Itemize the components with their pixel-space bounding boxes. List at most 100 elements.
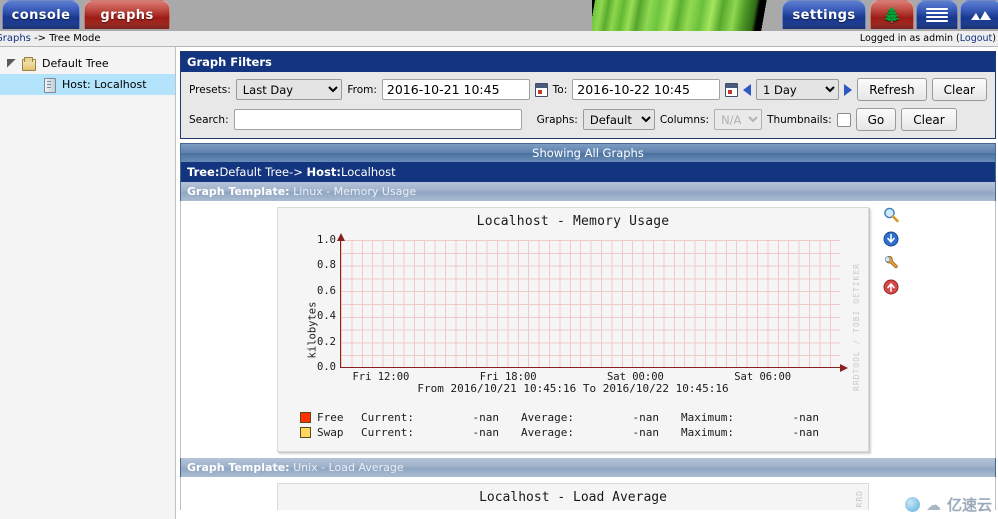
graph-legend: Free Current: -nan Average: -nan Maximum… xyxy=(300,410,819,440)
rrd-graph-memory-usage[interactable]: Localhost - Memory Usage kilobytes 0.0 0… xyxy=(277,207,869,452)
folder-icon xyxy=(22,57,36,71)
graph-left-spacer xyxy=(181,207,277,452)
sidebar-item-default-tree[interactable]: Default Tree xyxy=(0,53,175,74)
list-icon xyxy=(926,6,948,24)
sidebar-item-label: Host: Localhost xyxy=(62,78,147,91)
filter-row-dates: Presets: Last Day From: To: 1 Day Re xyxy=(189,78,987,101)
legend-key-maximum: Maximum: xyxy=(681,411,734,424)
legend-key-current: Current: xyxy=(361,426,414,439)
tree-separator: -> xyxy=(289,165,303,179)
rrd-graph-wrapper-1: Localhost - Memory Usage kilobytes 0.0 0… xyxy=(277,207,869,452)
tab-tree-mode[interactable]: 🌲 xyxy=(870,0,914,29)
y-tick: 0.4 xyxy=(317,310,336,323)
search-input[interactable] xyxy=(233,109,522,130)
graphs-per-page-select[interactable]: Default xyxy=(582,109,655,130)
breadcrumb-link-graphs[interactable]: Graphs xyxy=(0,33,31,44)
host-icon xyxy=(44,77,56,93)
showing-all-graphs-bar: Showing All Graphs xyxy=(180,143,996,162)
graph-title: Localhost - Memory Usage xyxy=(476,214,670,229)
panel-body: Presets: Last Day From: To: 1 Day Re xyxy=(181,72,995,138)
tree-icon: 🌲 xyxy=(882,5,902,24)
graphs-label: Graphs: xyxy=(536,113,578,126)
graph-x-axis-label: From 2016/10/21 10:45:16 To 2016/10/22 1… xyxy=(417,382,729,395)
zoom-icon[interactable] xyxy=(883,207,899,223)
graph-template-bar-2: Graph Template: Unix - Load Average xyxy=(180,458,996,477)
presets-label: Presets: xyxy=(189,83,231,96)
thumbnails-label: Thumbnails: xyxy=(767,113,832,126)
to-date-input[interactable] xyxy=(572,79,721,100)
legend-value-average: -nan xyxy=(632,426,660,439)
legend-series-name: Swap xyxy=(317,426,344,439)
y-tick: 0.0 xyxy=(317,361,336,373)
sidebar-tree: Default Tree Host: Localhost xyxy=(0,47,176,519)
content-area: Graph Filters Presets: Last Day From: To… xyxy=(176,47,998,519)
thumbnails-checkbox[interactable] xyxy=(836,112,851,127)
tree-name: Default Tree xyxy=(219,165,290,179)
csv-export-icon[interactable] xyxy=(883,231,899,247)
sidebar-item-host-localhost[interactable]: Host: Localhost xyxy=(0,74,175,95)
calendar-icon[interactable] xyxy=(725,82,739,97)
main-area: Default Tree Host: Localhost Graph Filte… xyxy=(0,47,998,519)
graph-container-1: Localhost - Memory Usage kilobytes 0.0 0… xyxy=(180,201,996,458)
graph-template-label: Graph Template: xyxy=(187,185,290,198)
login-info-text: Logged in as admin ( xyxy=(859,33,960,44)
panel-title: Graph Filters xyxy=(181,52,995,72)
rrdtool-watermark: RRD xyxy=(855,490,864,508)
filter-row-search: Search: Graphs: Default Columns: N/A Thu… xyxy=(189,108,987,131)
arrow-left-icon[interactable] xyxy=(743,83,752,96)
host-prefix: Host: xyxy=(306,165,342,179)
graph-template-bar-1: Graph Template: Linux - Memory Usage xyxy=(180,182,996,201)
legend-value-maximum: -nan xyxy=(792,426,820,439)
tree-prefix: Tree: xyxy=(187,165,220,179)
legend-value-current: -nan xyxy=(472,426,500,439)
login-info: Logged in as admin (Logout) xyxy=(860,33,996,44)
columns-select[interactable]: N/A xyxy=(714,109,763,130)
graph-container-2: Localhost - Load Average RRD xyxy=(180,477,996,510)
legend-row: Free Current: -nan Average: -nan Maximum… xyxy=(300,410,819,425)
watermark-text: 亿速云 xyxy=(946,496,992,514)
span-select[interactable]: 1 Day xyxy=(756,79,840,100)
watermark-circle-icon xyxy=(904,497,920,512)
tab-console[interactable]: console xyxy=(2,0,80,29)
legend-series-name: Free xyxy=(317,411,344,424)
y-tick: 0.8 xyxy=(317,259,336,272)
go-button[interactable]: Go xyxy=(855,108,897,131)
legend-row: Swap Current: -nan Average: -nan Maximum… xyxy=(300,425,819,440)
page-top-icon[interactable] xyxy=(883,279,899,295)
refresh-button[interactable]: Refresh xyxy=(857,78,927,101)
cacti-logo-graphic xyxy=(592,0,797,31)
graph-action-icons xyxy=(869,207,913,452)
logout-link[interactable]: Logout xyxy=(960,33,993,44)
from-date-input[interactable] xyxy=(381,79,530,100)
legend-value-maximum: -nan xyxy=(792,411,820,424)
y-tick: 1.0 xyxy=(317,234,336,246)
graph-filters-panel: Graph Filters Presets: Last Day From: To… xyxy=(180,51,996,139)
clear-button-2[interactable]: Clear xyxy=(901,108,957,131)
sidebar-item-label: Default Tree xyxy=(42,57,109,70)
legend-key-maximum: Maximum: xyxy=(681,426,734,439)
clear-button[interactable]: Clear xyxy=(931,78,987,101)
mountains-icon xyxy=(970,10,992,20)
to-label: To: xyxy=(552,83,568,96)
watermark-cloud-icon: ☁ xyxy=(925,495,941,514)
breadcrumb: Graphs -> Tree Mode xyxy=(0,33,101,44)
graph-template-label: Graph Template: xyxy=(187,461,290,474)
tab-preview-mode[interactable] xyxy=(960,0,998,29)
graph-left-spacer xyxy=(181,483,277,510)
legend-key-average: Average: xyxy=(521,426,574,439)
login-info-close: ) xyxy=(992,33,996,44)
tab-settings[interactable]: settings xyxy=(782,0,866,29)
rrdtool-watermark: RRDTOOL / TOBI OETIKER xyxy=(852,263,861,391)
host-name: Localhost xyxy=(341,165,396,179)
top-navigation-bar: console graphs settings 🌲 xyxy=(0,0,998,31)
graph-properties-icon[interactable] xyxy=(883,255,899,271)
rrd-graph-load-average[interactable]: Localhost - Load Average RRD xyxy=(277,483,869,510)
from-label: From: xyxy=(347,83,377,96)
tab-list-mode[interactable] xyxy=(916,0,958,29)
presets-select[interactable]: Last Day xyxy=(235,79,343,100)
calendar-icon[interactable] xyxy=(534,82,548,97)
tab-graphs[interactable]: graphs xyxy=(84,0,170,29)
chevron-down-icon[interactable] xyxy=(6,58,18,70)
legend-value-current: -nan xyxy=(472,411,500,424)
arrow-right-icon[interactable] xyxy=(844,83,853,96)
